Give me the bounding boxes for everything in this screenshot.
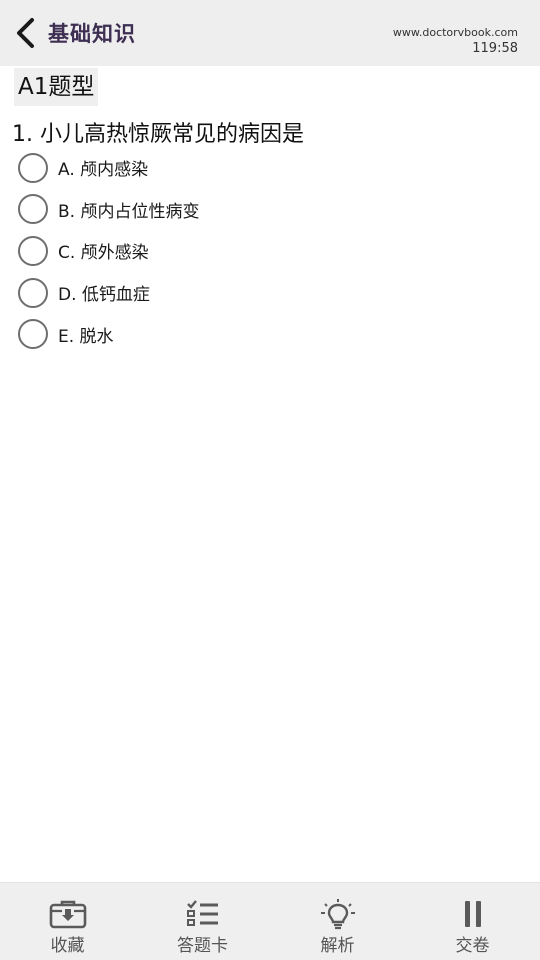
answer-sheet-label: 答题卡 [177,936,228,956]
countdown-timer: 119:58 [472,41,518,56]
option-c[interactable]: C. 颅外感染 [18,230,199,272]
back-button[interactable] [8,14,42,52]
radio-icon[interactable] [18,277,48,308]
options-list: A. 颅内感染 B. 颅内占位性病变 C. 颅外感染 D. 低钙血症 E. 脱水 [18,147,199,355]
radio-icon[interactable] [18,319,48,350]
pause-icon [464,901,481,927]
submit-exam-label: 交卷 [455,936,490,956]
option-d[interactable]: D. 低钙血症 [18,272,199,314]
favorite-button[interactable]: 收藏 [0,883,135,960]
analysis-label: 解析 [320,936,355,956]
option-label: C. 颅外感染 [58,243,149,264]
bottom-toolbar: 收藏 答题卡 解析 交卷 [0,882,540,960]
radio-icon[interactable] [18,152,48,183]
favorite-label: 收藏 [50,936,85,956]
lightbulb-icon [320,899,355,930]
question-type-label: A1题型 [14,68,99,106]
analysis-button[interactable]: 解析 [270,883,405,960]
submit-exam-button[interactable]: 交卷 [405,883,540,960]
option-label: D. 低钙血症 [58,285,150,306]
option-label: E. 脱水 [58,326,114,347]
question-text: 1. 小儿高热惊厥常见的病因是 [12,122,304,147]
option-b[interactable]: B. 颅内占位性病变 [18,189,199,231]
option-e[interactable]: E. 脱水 [18,313,199,355]
option-a[interactable]: A. 颅内感染 [18,147,199,189]
page-title: 基础知识 [48,22,136,46]
option-label: A. 颅内感染 [58,160,149,181]
briefcase-download-icon [49,900,86,929]
chevron-left-icon [17,18,34,48]
option-label: B. 颅内占位性病变 [58,201,200,222]
radio-icon[interactable] [18,235,48,266]
app-header: 基础知识 www.doctorvbook.com 119:58 [0,0,540,66]
answer-sheet-button[interactable]: 答题卡 [135,883,270,960]
checklist-icon [186,900,218,926]
radio-icon[interactable] [18,194,48,225]
site-url: www.doctorvbook.com [392,26,518,39]
